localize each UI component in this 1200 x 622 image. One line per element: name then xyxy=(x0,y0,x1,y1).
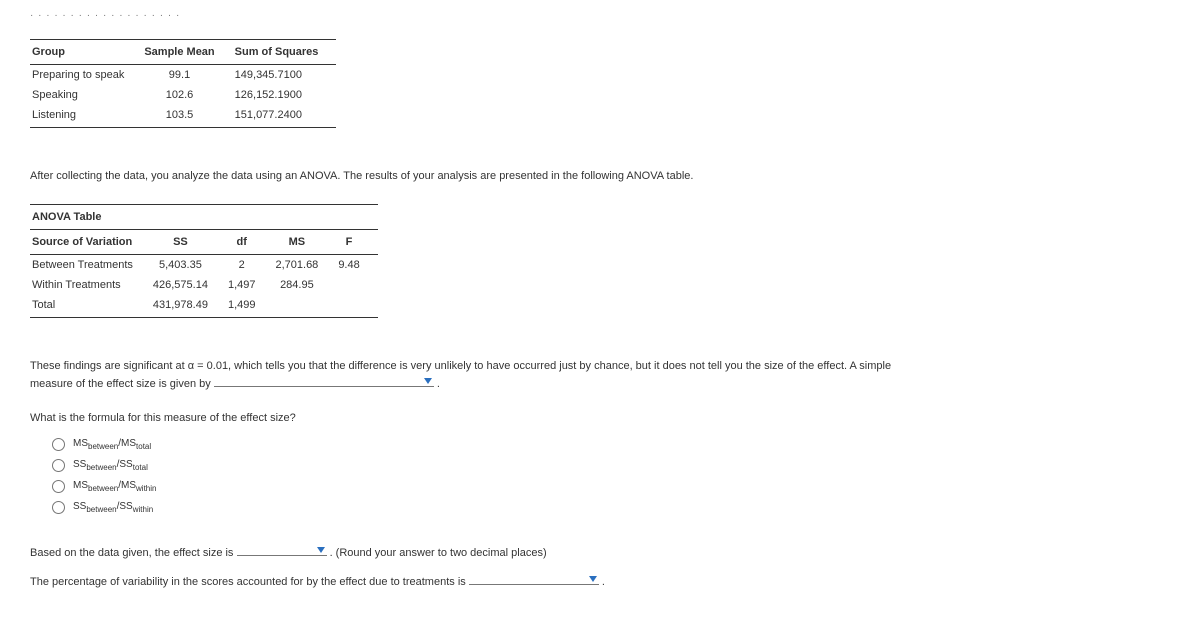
a-h2: SS xyxy=(151,229,226,254)
table-row: Speaking 102.6 126,152.1900 xyxy=(30,85,336,105)
formula-question: What is the formula for this measure of … xyxy=(30,412,1170,424)
cell: 5,403.35 xyxy=(151,254,226,275)
t1-h3: Sum of Squares xyxy=(233,40,337,65)
cell: 431,978.49 xyxy=(151,295,226,318)
cell: 103.5 xyxy=(142,105,232,128)
cell: 426,575.14 xyxy=(151,275,226,295)
anova-table: ANOVA Table Source of Variation SS df MS… xyxy=(30,204,378,318)
findings-text-a: These findings are significant at α = 0.… xyxy=(30,360,891,391)
formula-options: MSbetween/MStotal SSbetween/SStotal MSbe… xyxy=(52,438,1170,514)
t1-h1: Group xyxy=(30,40,142,65)
option-a[interactable]: MSbetween/MStotal xyxy=(52,438,1170,451)
cell: 2 xyxy=(226,254,274,275)
cell: 1,499 xyxy=(226,295,274,318)
anova-intro: After collecting the data, you analyze t… xyxy=(30,168,930,186)
table-row: Total 431,978.49 1,499 xyxy=(30,295,378,318)
t1-h2: Sample Mean xyxy=(142,40,232,65)
option-d[interactable]: SSbetween/SSwithin xyxy=(52,501,1170,514)
opt-text: MSbetween/MSwithin xyxy=(73,480,156,493)
table-row: Listening 103.5 151,077.2400 xyxy=(30,105,336,128)
pct-q-a: The percentage of variability in the sco… xyxy=(30,576,469,588)
chevron-down-icon xyxy=(589,576,597,582)
a-h1: Source of Variation xyxy=(30,229,151,254)
cell: 149,345.7100 xyxy=(233,65,337,86)
cell xyxy=(336,275,377,295)
findings-para: These findings are significant at α = 0.… xyxy=(30,358,930,394)
table-row: Preparing to speak 99.1 149,345.7100 xyxy=(30,65,336,86)
cell: Listening xyxy=(30,105,142,128)
cell: 151,077.2400 xyxy=(233,105,337,128)
findings-text-b: . xyxy=(437,378,440,390)
cell: 99.1 xyxy=(142,65,232,86)
pct-q-b: . xyxy=(602,576,605,588)
percentage-dropdown[interactable] xyxy=(469,573,599,585)
chevron-down-icon xyxy=(424,378,432,384)
cell: Speaking xyxy=(30,85,142,105)
effect-measure-dropdown[interactable] xyxy=(214,375,434,387)
radio-b[interactable] xyxy=(52,459,65,472)
cell xyxy=(273,295,336,318)
a-h4: MS xyxy=(273,229,336,254)
cell: 1,497 xyxy=(226,275,274,295)
a-h5: F xyxy=(336,229,377,254)
cell: 102.6 xyxy=(142,85,232,105)
effect-q-b: . (Round your answer to two decimal plac… xyxy=(330,547,547,559)
a-h3: df xyxy=(226,229,274,254)
anova-title: ANOVA Table xyxy=(30,204,378,229)
effect-size-question: Based on the data given, the effect size… xyxy=(30,544,1170,559)
cell: Within Treatments xyxy=(30,275,151,295)
chevron-down-icon xyxy=(317,547,325,553)
table-row: Within Treatments 426,575.14 1,497 284.9… xyxy=(30,275,378,295)
cell: 284.95 xyxy=(273,275,336,295)
cell: 2,701.68 xyxy=(273,254,336,275)
cell: Preparing to speak xyxy=(30,65,142,86)
effect-q-a: Based on the data given, the effect size… xyxy=(30,547,237,559)
cell: 9.48 xyxy=(336,254,377,275)
radio-a[interactable] xyxy=(52,438,65,451)
opt-text: SSbetween/SStotal xyxy=(73,459,148,472)
group-table: Group Sample Mean Sum of Squares Prepari… xyxy=(30,39,336,128)
cell xyxy=(336,295,377,318)
effect-size-dropdown[interactable] xyxy=(237,544,327,556)
breadcrumb-dots: · · · · · · · · · · · · · · · · · · · xyxy=(30,10,1170,21)
cell: Between Treatments xyxy=(30,254,151,275)
table-row: Between Treatments 5,403.35 2 2,701.68 9… xyxy=(30,254,378,275)
radio-c[interactable] xyxy=(52,480,65,493)
cell: Total xyxy=(30,295,151,318)
radio-d[interactable] xyxy=(52,501,65,514)
percentage-question: The percentage of variability in the sco… xyxy=(30,573,1170,588)
cell: 126,152.1900 xyxy=(233,85,337,105)
opt-text: SSbetween/SSwithin xyxy=(73,501,153,514)
option-b[interactable]: SSbetween/SStotal xyxy=(52,459,1170,472)
opt-text: MSbetween/MStotal xyxy=(73,438,151,451)
option-c[interactable]: MSbetween/MSwithin xyxy=(52,480,1170,493)
